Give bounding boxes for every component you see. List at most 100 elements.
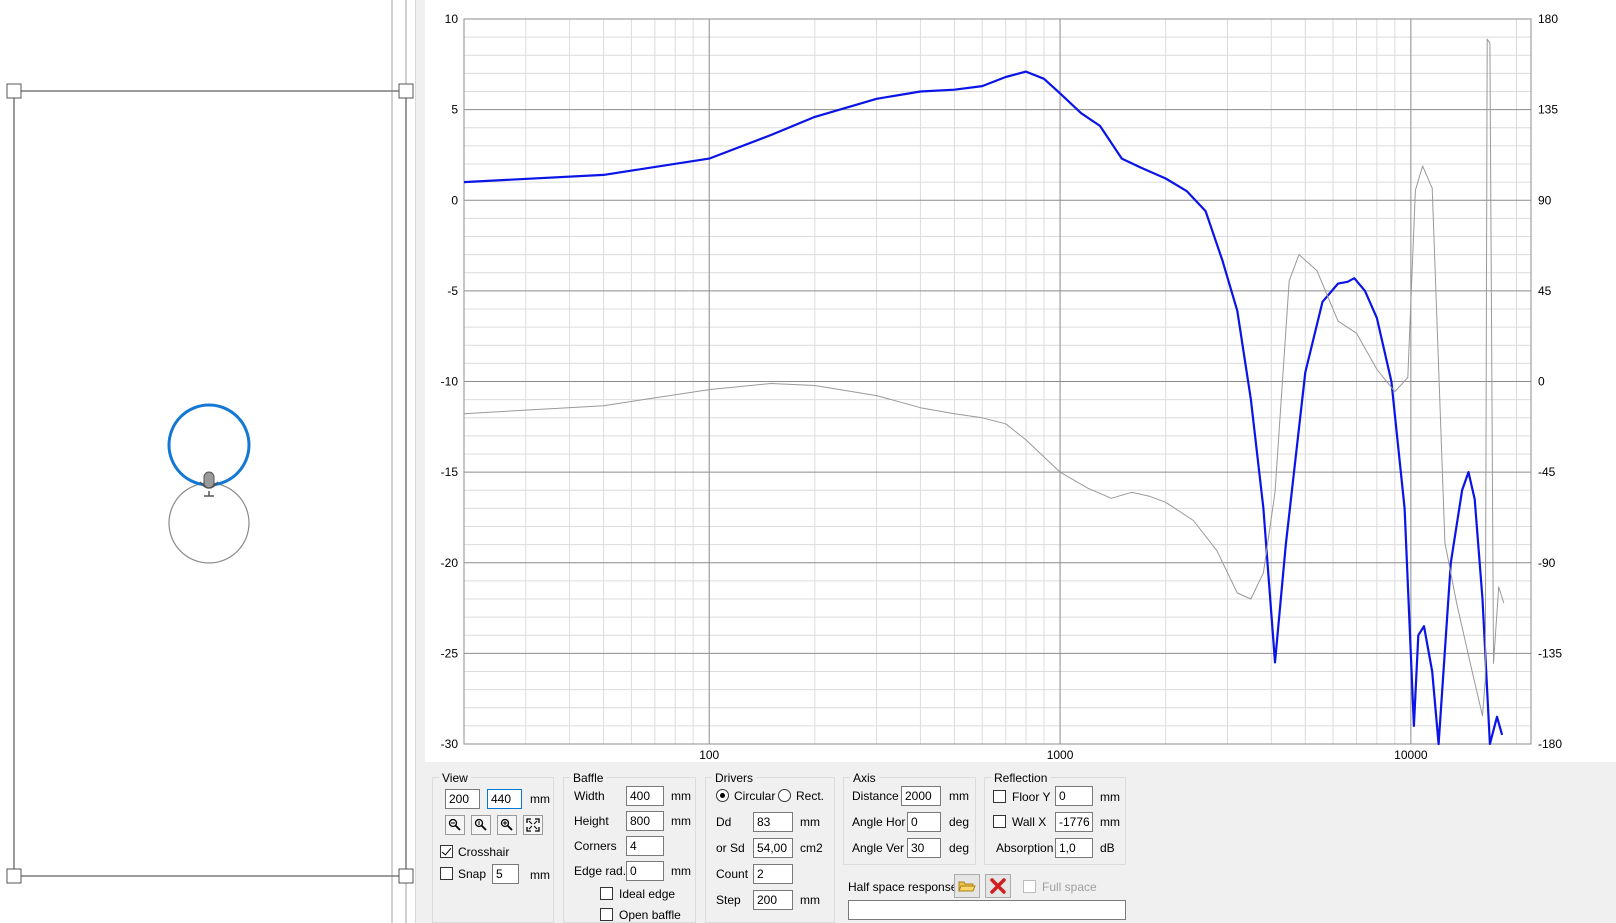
y2-tick-label: 45	[1538, 284, 1552, 298]
crosshair-label: Crosshair	[458, 845, 510, 859]
full-space-checkbox[interactable]	[1023, 880, 1036, 893]
ideal-edge-checkbox[interactable]	[600, 887, 613, 900]
y-tick-label: -15	[441, 465, 459, 479]
floor-label: Floor Y	[1012, 790, 1051, 804]
view-unit-label: mm	[530, 792, 550, 806]
y-tick-label: -25	[441, 646, 459, 660]
sd-input[interactable]	[753, 838, 793, 858]
baffle-drawing[interactable]	[0, 0, 415, 923]
y-tick-label: 5	[451, 103, 458, 117]
step-unit: mm	[800, 893, 820, 907]
distance-label: Distance	[852, 789, 899, 803]
baffle-width-input[interactable]	[626, 786, 664, 806]
resize-handle-bottom-left[interactable]	[6, 868, 22, 884]
dd-unit: mm	[800, 815, 820, 829]
baffle-height-input[interactable]	[626, 811, 664, 831]
baffle-group-title: Baffle	[570, 771, 607, 785]
crosshair-checkbox[interactable]	[440, 845, 453, 858]
circular-radio[interactable]	[716, 789, 729, 802]
baffle-width-label: Width	[574, 789, 605, 803]
y2-tick-label: 135	[1538, 103, 1558, 117]
baffle-height-label: Height	[574, 814, 609, 828]
phase-series-line	[463, 38, 1505, 717]
resize-handle-bottom-right[interactable]	[398, 868, 414, 884]
fit-view-icon	[526, 818, 540, 832]
step-label: Step	[716, 893, 741, 907]
distance-input[interactable]	[901, 786, 941, 806]
half-space-path-input[interactable]	[848, 900, 1126, 920]
distance-unit: mm	[949, 789, 969, 803]
snap-checkbox[interactable]	[440, 867, 453, 880]
wall-unit: mm	[1100, 815, 1120, 829]
drivers-group-title: Drivers	[712, 771, 756, 785]
absorption-input[interactable]	[1055, 838, 1093, 858]
magnitude-series-line	[463, 70, 1504, 746]
floor-unit: mm	[1100, 790, 1120, 804]
delete-icon	[990, 878, 1006, 894]
wall-label: Wall X	[1012, 815, 1047, 829]
zoom-in-icon	[500, 818, 513, 831]
sd-label: or Sd	[716, 841, 745, 855]
view-y-input[interactable]	[487, 789, 522, 809]
floor-input[interactable]	[1055, 786, 1093, 806]
reflection-group-title: Reflection	[991, 771, 1051, 785]
y2-tick-label: -90	[1538, 556, 1556, 570]
y-tick-label: -20	[441, 556, 459, 570]
snap-input[interactable]	[492, 864, 519, 884]
wall-checkbox[interactable]	[993, 815, 1006, 828]
zoom-reset-button[interactable]	[471, 815, 491, 835]
baffle-edge-input[interactable]	[626, 861, 664, 881]
dd-input[interactable]	[753, 812, 793, 832]
half-space-label: Half space response	[848, 880, 958, 894]
zoom-out-button[interactable]	[445, 815, 465, 835]
absorption-unit: dB	[1100, 841, 1115, 855]
open-file-button[interactable]	[954, 874, 980, 898]
y2-tick-label: -180	[1538, 737, 1562, 751]
delete-button[interactable]	[985, 874, 1011, 898]
y2-tick-label: -45	[1538, 465, 1556, 479]
y-tick-label: -5	[447, 284, 458, 298]
y-tick-label: -10	[441, 375, 459, 389]
count-input[interactable]	[753, 864, 793, 884]
chart-svg: 10 5 0 -5 -10 -15 -20 -25 -30 180 135 90 45 0 -45 -90 -1…	[441, 12, 1563, 762]
y2-tick-label: 90	[1538, 193, 1552, 207]
frequency-response-chart[interactable]: 10 5 0 -5 -10 -15 -20 -25 -30 180 135 90 45 0 -45 -90 -1…	[425, 0, 1616, 762]
zoom-out-icon	[448, 818, 461, 831]
y-tick-label: 0	[451, 193, 458, 207]
baffle-view-panel[interactable]	[0, 0, 415, 923]
count-label: Count	[716, 867, 749, 881]
baffle-width-unit: mm	[671, 789, 691, 803]
floor-checkbox[interactable]	[993, 790, 1006, 803]
step-input[interactable]	[753, 890, 793, 910]
resize-handle-top-right[interactable]	[398, 83, 414, 99]
open-baffle-checkbox[interactable]	[600, 908, 613, 921]
view-x-input[interactable]	[445, 789, 480, 809]
angle-ver-label: Angle Ver	[852, 841, 905, 855]
axis-group-title: Axis	[850, 771, 879, 785]
angle-hor-label: Angle Hor	[852, 815, 906, 829]
angle-hor-input[interactable]	[907, 812, 941, 832]
y2-tick-label: 0	[1538, 375, 1545, 389]
resize-handle-top-left[interactable]	[6, 83, 22, 99]
baffle-edge-unit: mm	[671, 864, 691, 878]
x-tick-label: 100	[699, 748, 719, 762]
open-baffle-label: Open baffle	[619, 908, 681, 922]
baffle-corners-input[interactable]	[626, 836, 664, 856]
snap-unit-label: mm	[530, 868, 550, 882]
view-group-title: View	[439, 771, 471, 785]
circular-label: Circular	[734, 789, 776, 803]
x-tick-label: 10000	[1394, 748, 1428, 762]
sd-unit: cm2	[800, 841, 823, 855]
full-space-label: Full space	[1042, 880, 1097, 894]
y-tick-label: -30	[441, 737, 459, 751]
wall-input[interactable]	[1055, 812, 1093, 832]
angle-hor-unit: deg	[949, 815, 970, 829]
y-tick-label: 10	[445, 12, 459, 26]
zoom-in-button[interactable]	[497, 815, 517, 835]
angle-ver-input[interactable]	[907, 838, 941, 858]
rect-radio[interactable]	[778, 789, 791, 802]
y2-tick-label: 180	[1538, 12, 1558, 26]
fit-view-button[interactable]	[523, 815, 543, 835]
ideal-edge-label: Ideal edge	[619, 887, 676, 901]
angle-ver-unit: deg	[949, 841, 970, 855]
